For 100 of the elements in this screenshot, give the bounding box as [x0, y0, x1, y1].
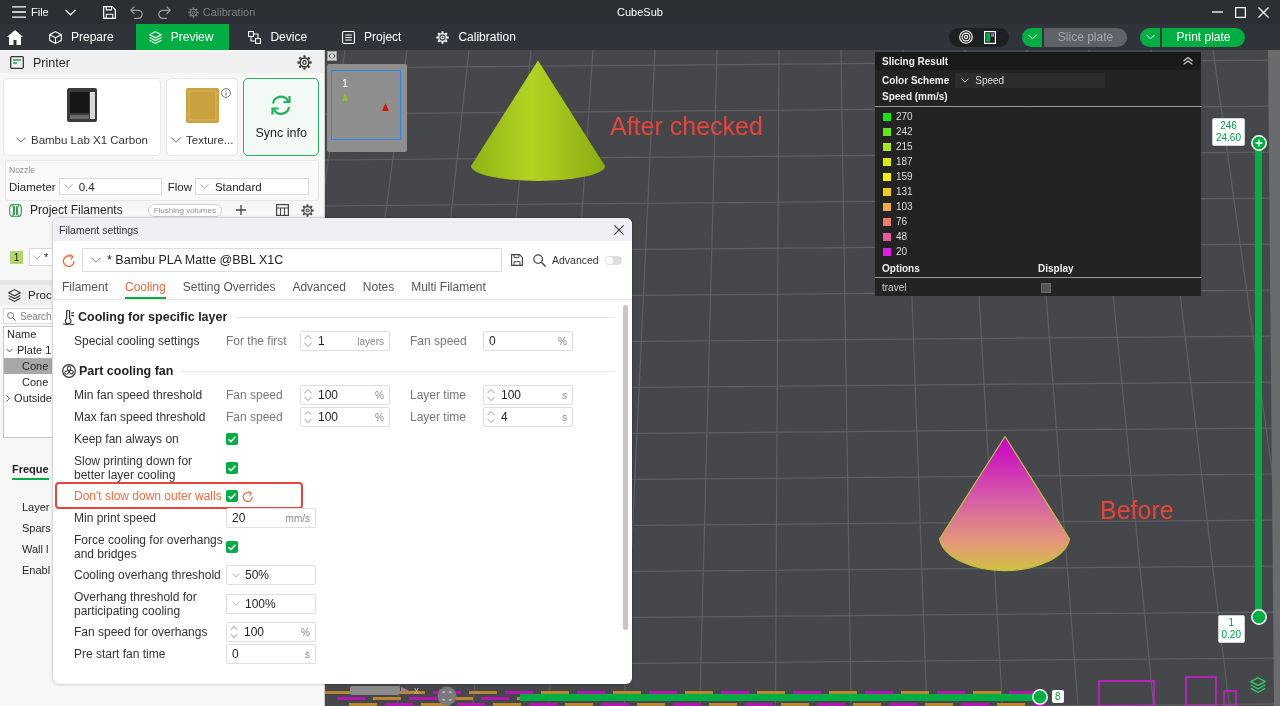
grid-view-icon[interactable]	[984, 30, 996, 44]
setting-label: Fan speed for overhangs	[74, 624, 209, 641]
sync-info-button[interactable]: Sync info	[243, 78, 319, 156]
gear-icon	[436, 30, 450, 44]
panel-title: Slicing Result	[882, 55, 949, 67]
section-title: Proc	[28, 289, 52, 301]
tree-item[interactable]: Outside	[4, 390, 52, 406]
settings-tab[interactable]: Multi Filament	[411, 280, 486, 299]
number-field[interactable]: 100 %	[300, 407, 390, 427]
expand-collapse-icon[interactable]	[327, 51, 337, 61]
save-icon[interactable]	[511, 254, 523, 266]
layers-icon[interactable]	[1250, 677, 1266, 693]
collapse-icon[interactable]	[1183, 57, 1193, 65]
gear-icon	[187, 6, 199, 18]
dropdown-button[interactable]	[1140, 27, 1160, 47]
settings-icon[interactable]	[300, 203, 314, 217]
menu-icon	[12, 6, 26, 18]
slider-handle[interactable]	[1250, 609, 1267, 625]
info-icon[interactable]	[221, 88, 232, 98]
file-menu-button[interactable]: File	[12, 6, 49, 18]
reset-icon[interactable]	[242, 490, 253, 502]
unit-label: s	[305, 648, 310, 660]
settings-tab[interactable]: Setting Overrides	[182, 280, 276, 299]
plate-card[interactable]: Texture...	[165, 78, 239, 156]
setting-label: Special cooling settings	[74, 333, 201, 350]
unit-label: %	[375, 411, 384, 423]
number-field[interactable]: 1 layers	[300, 331, 390, 351]
slider-handle[interactable]	[1250, 135, 1267, 151]
preset-dropdown[interactable]: * Bambu PLA Matte @BBL X1C	[82, 248, 502, 272]
close-icon[interactable]	[614, 224, 624, 235]
number-field[interactable]: 0 %	[483, 331, 573, 351]
scrollbar-thumb[interactable]	[623, 305, 628, 630]
dropdown[interactable]: 50%	[226, 565, 316, 585]
table-icon[interactable]	[275, 204, 289, 216]
checkbox[interactable]	[226, 461, 238, 474]
number-field[interactable]: 100 %	[226, 622, 316, 642]
flow-dropdown[interactable]: Standard	[194, 178, 309, 195]
undo-icon[interactable]	[129, 5, 143, 19]
number-field[interactable]: 4 s	[483, 407, 573, 427]
flushing-volumes-button[interactable]: Flushing volumes	[147, 203, 222, 217]
home-icon[interactable]	[7, 29, 23, 45]
search-field[interactable]: Search	[3, 308, 52, 324]
settings-tab[interactable]: Freque	[12, 463, 49, 480]
slider-handle[interactable]	[1032, 689, 1048, 705]
checkbox[interactable]	[226, 490, 238, 502]
tree-item[interactable]: Plate 1	[4, 342, 52, 358]
field-label: Fan speed	[410, 334, 468, 348]
number-field[interactable]: 100 s	[483, 385, 573, 405]
legend-label: 159	[896, 171, 913, 182]
plus-icon[interactable]	[235, 205, 246, 215]
legend-label: 187	[896, 156, 913, 167]
checkbox[interactable]	[226, 433, 238, 445]
settings-tab[interactable]: Notes	[362, 280, 395, 299]
printer-dropdown[interactable]: Bambu Lab X1 Carbon	[15, 134, 148, 146]
concentric-circles-icon[interactable]	[959, 30, 973, 44]
legend-label: 270	[896, 111, 913, 122]
view-button[interactable]	[437, 686, 457, 706]
tree-item[interactable]: Cone	[4, 358, 52, 374]
reset-icon[interactable]	[62, 253, 75, 267]
color-scheme-dropdown[interactable]: Speed	[955, 72, 1106, 88]
checkbox[interactable]	[1041, 282, 1051, 293]
legend-label: 20	[896, 246, 908, 257]
maximize-icon[interactable]	[1235, 6, 1246, 18]
plate-dropdown[interactable]: Texture...	[171, 134, 234, 146]
settings-icon[interactable]	[297, 55, 312, 70]
number-field[interactable]: 100 %	[300, 385, 390, 405]
section-title: Printer	[33, 55, 70, 70]
settings-tab[interactable]: Filament	[62, 280, 108, 299]
nav-tab[interactable]: Project	[329, 24, 418, 50]
filament-number-tag[interactable]: 1	[10, 250, 23, 264]
dropdown[interactable]: 100%	[226, 593, 316, 614]
layer-number: 246	[1220, 120, 1237, 132]
dropdown-button[interactable]	[1022, 27, 1042, 47]
settings-tab[interactable]: Advanced	[292, 280, 346, 299]
unit-label: layers	[357, 335, 384, 347]
tree-item[interactable]: Cone	[4, 374, 52, 390]
unit-label: s	[562, 389, 567, 401]
chevron-down-icon	[961, 77, 970, 83]
cone-marker-icon	[342, 93, 348, 101]
diameter-dropdown[interactable]: 0.4	[58, 178, 162, 195]
column-header: Options	[882, 262, 921, 274]
advanced-toggle[interactable]	[604, 255, 622, 265]
redo-icon[interactable]	[157, 5, 171, 19]
nav-tab[interactable]: Device	[235, 24, 324, 50]
field-label: Diameter	[9, 180, 56, 193]
field-label: Fan speed	[226, 388, 284, 402]
checkbox[interactable]	[226, 540, 238, 553]
unit-label: s	[562, 411, 567, 423]
search-icon[interactable]	[533, 253, 546, 267]
filament-dropdown[interactable]: *	[29, 248, 52, 266]
number-field[interactable]: 0 s	[226, 644, 316, 664]
number-field[interactable]: 20 mm/s	[226, 508, 316, 528]
thermometer-icon	[62, 309, 75, 325]
chevron-right-icon[interactable]	[6, 394, 11, 402]
cube-icon	[49, 30, 62, 44]
nav-tab[interactable]: Prepare	[36, 24, 130, 50]
printer-card[interactable]: Bambu Lab X1 Carbon	[3, 78, 161, 156]
unit-label: %	[558, 335, 567, 347]
nav-tab[interactable]: Calibration	[423, 24, 532, 50]
build-plate-image	[185, 88, 219, 123]
